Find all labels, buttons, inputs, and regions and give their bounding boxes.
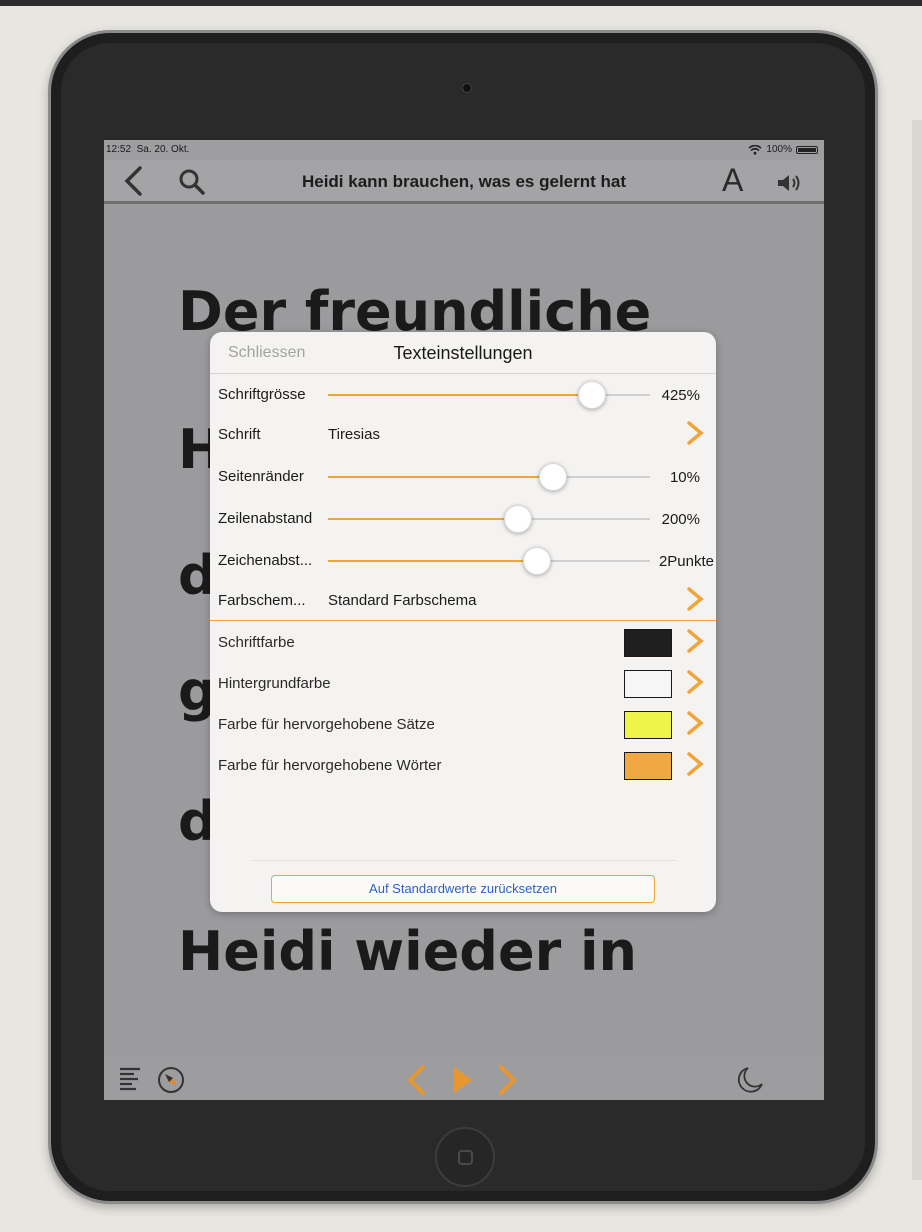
bottom-toolbar: [104, 1058, 824, 1100]
char-spacing-label: Zeichenabst...: [218, 552, 313, 569]
status-right: 100%: [748, 144, 818, 155]
play-button[interactable]: [450, 1064, 474, 1096]
sentence-highlight-row[interactable]: Farbe für hervorgehobene Sätze: [210, 704, 716, 744]
text-color-swatch[interactable]: [624, 629, 672, 657]
speaker-icon[interactable]: [776, 172, 804, 194]
sentence-highlight-swatch[interactable]: [624, 711, 672, 739]
margins-label: Seitenränder: [218, 468, 304, 485]
char-spacing-row: Zeichenabst... 2Punkte: [210, 540, 716, 580]
slider-thumb[interactable]: [578, 381, 607, 409]
font-value: Tiresias: [328, 426, 380, 443]
slider-fill: [328, 518, 518, 520]
divider: [210, 620, 716, 621]
color-scheme-label: Farbschem...: [218, 592, 306, 609]
font-settings-button[interactable]: A: [722, 162, 743, 199]
divider: [250, 860, 676, 861]
line-spacing-row: Zeilenabstand 200%: [210, 498, 716, 538]
slider-thumb[interactable]: [523, 547, 552, 575]
word-highlight-label: Farbe für hervorgehobene Wörter: [218, 757, 442, 774]
background-color-row[interactable]: Hintergrundfarbe: [210, 663, 716, 703]
chevron-right-icon[interactable]: [684, 669, 706, 695]
app-screen: 12:52 Sa. 20. Okt. 100% Heidi kann brauc…: [104, 140, 824, 1100]
text-color-row[interactable]: Schriftfarbe: [210, 622, 716, 662]
next-page-button[interactable]: [496, 1064, 520, 1096]
slider-thumb[interactable]: [539, 463, 568, 491]
home-button[interactable]: [435, 1127, 495, 1187]
reset-defaults-button[interactable]: Auf Standardwerte zurücksetzen: [271, 875, 655, 903]
slider-fill: [328, 476, 554, 478]
text-settings-dialog: Schliessen Texteinstellungen Schriftgrös…: [210, 332, 716, 912]
font-size-label: Schriftgrösse: [218, 386, 306, 403]
battery-icon: [796, 145, 818, 154]
word-highlight-swatch[interactable]: [624, 752, 672, 780]
background-color-label: Hintergrundfarbe: [218, 675, 331, 692]
prev-page-button[interactable]: [404, 1064, 428, 1096]
font-size-row: Schriftgrösse 425%: [210, 374, 716, 414]
chevron-right-icon[interactable]: [684, 710, 706, 736]
chevron-right-icon[interactable]: [684, 586, 706, 612]
list-icon[interactable]: [118, 1066, 144, 1094]
text-color-label: Schriftfarbe: [218, 634, 295, 651]
status-bar: 12:52 Sa. 20. Okt. 100%: [104, 140, 824, 160]
char-spacing-slider[interactable]: [328, 547, 650, 575]
compass-icon[interactable]: [156, 1065, 186, 1095]
char-spacing-value: 2Punkte: [658, 553, 714, 570]
status-time: 12:52 Sa. 20. Okt.: [106, 144, 189, 155]
background-color-swatch[interactable]: [624, 670, 672, 698]
font-row[interactable]: Schrift Tiresias: [210, 414, 716, 454]
color-scheme-row[interactable]: Farbschem... Standard Farbschema: [210, 580, 716, 620]
slider-fill: [328, 394, 593, 396]
back-button[interactable]: [122, 164, 144, 204]
slider-fill: [328, 560, 538, 562]
dialog-title: Texteinstellungen: [393, 343, 533, 363]
wifi-icon: [748, 144, 762, 155]
battery-percent: 100%: [766, 144, 792, 155]
slider-thumb[interactable]: [503, 505, 532, 533]
background-wall: [0, 0, 922, 6]
margins-row: Seitenränder 10%: [210, 456, 716, 496]
chevron-right-icon[interactable]: [684, 628, 706, 654]
status-date: Sa. 20. Okt.: [136, 144, 190, 155]
line-spacing-slider[interactable]: [328, 505, 650, 533]
chevron-left-icon: [124, 166, 142, 196]
page-title: Heidi kann brauchen, was es gelernt hat: [301, 172, 627, 191]
margins-value: 10%: [669, 469, 700, 486]
search-icon[interactable]: [178, 168, 206, 196]
camera-icon: [462, 83, 472, 93]
sentence-highlight-label: Farbe für hervorgehobene Sätze: [218, 716, 435, 733]
book-text-line: Heidi wieder in: [178, 920, 637, 983]
line-spacing-value: 200%: [661, 511, 700, 528]
background-paper: [912, 120, 922, 1180]
dialog-header: Schliessen Texteinstellungen: [210, 332, 716, 374]
status-time-text: 12:52: [106, 144, 132, 155]
moon-icon[interactable]: [734, 1064, 766, 1096]
chevron-right-icon[interactable]: [684, 420, 706, 446]
word-highlight-row[interactable]: Farbe für hervorgehobene Wörter: [210, 745, 716, 785]
home-square-icon: [458, 1150, 473, 1165]
font-size-slider[interactable]: [328, 381, 650, 409]
margins-slider[interactable]: [328, 463, 650, 491]
color-scheme-value: Standard Farbschema: [328, 592, 477, 609]
font-label: Schrift: [218, 426, 261, 443]
chevron-right-icon[interactable]: [684, 751, 706, 777]
line-spacing-label: Zeilenabstand: [218, 510, 313, 527]
nav-bar: Heidi kann brauchen, was es gelernt hat …: [104, 160, 824, 204]
font-size-value: 425%: [661, 387, 700, 404]
